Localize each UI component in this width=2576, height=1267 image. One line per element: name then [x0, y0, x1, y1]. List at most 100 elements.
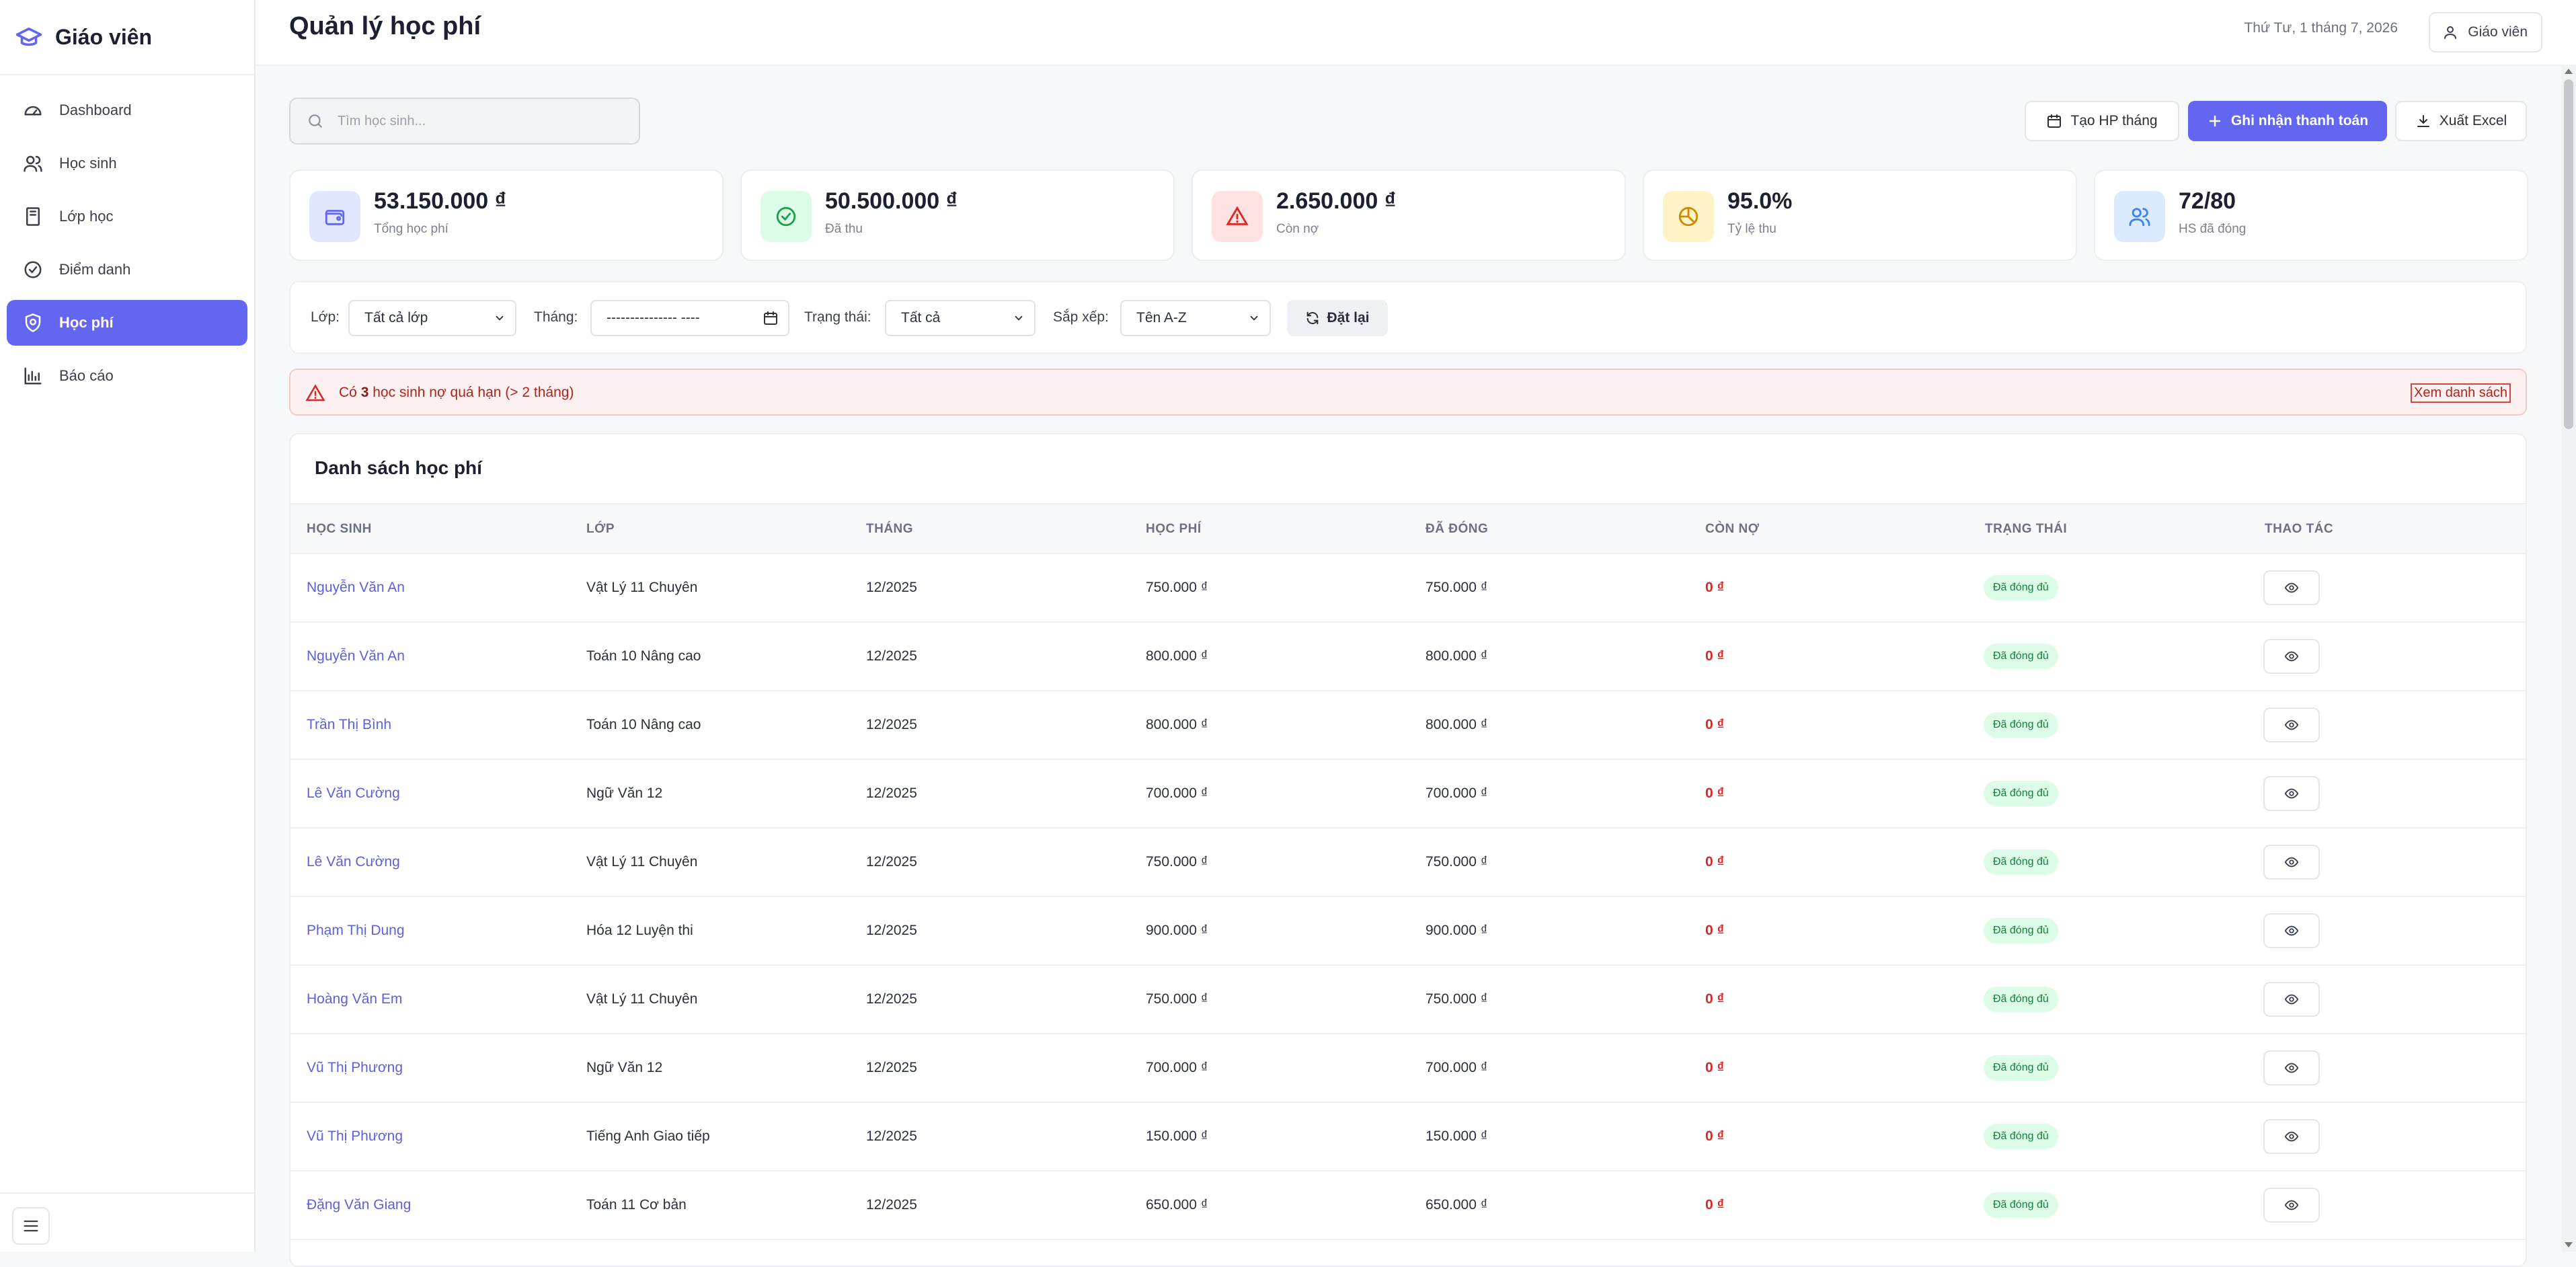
menu-toggle-button[interactable] [12, 1207, 50, 1245]
column-header: THÁNG [866, 522, 914, 536]
sidebar: Giáo viên Dashboard Học sinh Lớp học Điể… [0, 0, 256, 1252]
current-date: Thứ Tư, 1 tháng 7, 2026 [2244, 20, 2398, 36]
export-label: Xuất Excel [2439, 113, 2507, 128]
fee-cell: 650.000 ₫ [1146, 1197, 1208, 1213]
brand[interactable]: Giáo viên [0, 0, 254, 75]
month-cell: 12/2025 [866, 1128, 917, 1144]
view-detail-button[interactable] [2263, 845, 2320, 880]
sidebar-item-label: Học sinh [59, 155, 117, 171]
fee-cell: 150.000 ₫ [1146, 1128, 1208, 1144]
eye-icon [2284, 857, 2299, 868]
table-row: Lê Văn Cường Ngữ Văn 12 12/2025 700.000 ₫ 70… [290, 760, 2526, 829]
sort-filter-label: Sắp xếp: [1053, 309, 1109, 325]
month-cell: 12/2025 [866, 991, 917, 1007]
graduation-cap-icon [15, 28, 42, 46]
sidebar-item-tuition[interactable]: Học phí [7, 300, 247, 346]
paid-cell: 650.000 ₫ [1426, 1197, 1488, 1213]
stat-label: Đã thu [825, 222, 863, 236]
search-input[interactable] [336, 112, 621, 130]
fee-cell: 800.000 ₫ [1146, 717, 1208, 732]
table-row: Vũ Thị Phương Ngữ Văn 12 12/2025 700.000 ₫ 7… [290, 1034, 2526, 1103]
table-title: Danh sách học phí [315, 457, 482, 478]
column-header: HỌC SINH [307, 522, 372, 536]
month-cell: 12/2025 [866, 854, 917, 870]
student-name[interactable]: Vũ Thị Phương [307, 1060, 403, 1076]
record-label: Ghi nhận thanh toán [2230, 113, 2369, 128]
table-row: Nguyễn Văn An Toán 10 Nâng cao 12/2025 800.… [290, 623, 2526, 691]
user-menu-button[interactable]: Giáo viên [2429, 12, 2542, 52]
column-header: THAO TÁC [2265, 522, 2334, 536]
stat-value: 53.150.000 ₫ [374, 188, 507, 214]
debt-cell: 0 ₫ [1705, 1060, 1725, 1075]
column-header: LỚP [586, 522, 615, 536]
alert-prefix: Có [339, 385, 361, 400]
view-detail-button[interactable] [2263, 982, 2320, 1017]
view-list-link[interactable]: Xem danh sách [2411, 383, 2511, 403]
stat-icon-box [309, 191, 360, 242]
stat-label: Tỷ lệ thu [1727, 222, 1777, 236]
status-badge: Đã đóng đủ [1984, 987, 2058, 1012]
student-name[interactable]: Nguyễn Văn An [307, 580, 405, 596]
alert-suffix: học sinh nợ quá hạn (> 2 tháng) [368, 385, 574, 400]
student-name[interactable]: Đặng Văn Giang [307, 1197, 411, 1213]
sidebar-item-dashboard[interactable]: Dashboard [7, 87, 247, 133]
view-detail-button[interactable] [2263, 913, 2320, 948]
reset-label: Đặt lại [1327, 310, 1370, 325]
student-name[interactable]: Lê Văn Cường [307, 854, 400, 870]
student-name[interactable]: Nguyễn Văn An [307, 648, 405, 664]
filter-bar: Lớp: Tất cả lớp Tháng: --------------- -… [289, 281, 2527, 354]
stat-card-rate: 95.0% Tỷ lệ thu [1643, 169, 2077, 261]
view-detail-button[interactable] [2263, 639, 2320, 674]
status-select[interactable]: Tất cả [885, 300, 1036, 336]
sidebar-item-classes[interactable]: Lớp học [7, 194, 247, 239]
stat-label: Còn nợ [1276, 222, 1319, 236]
table-row: Hoàng Văn Em Vật Lý 11 Chuyên 12/2025 750.0… [290, 966, 2526, 1034]
student-name[interactable]: Phạm Thị Dung [307, 923, 405, 939]
month-input-value: --------------- ---- [607, 310, 700, 325]
record-payment-button[interactable]: Ghi nhận thanh toán [2188, 101, 2387, 141]
student-name[interactable]: Lê Văn Cường [307, 785, 400, 802]
overdue-alert: Có 3 học sinh nợ quá hạn (> 2 tháng) Xem… [289, 369, 2527, 416]
status-select-value: Tất cả [901, 310, 941, 325]
sidebar-item-reports[interactable]: Báo cáo [7, 353, 247, 399]
page-scrollbar[interactable] [2561, 65, 2576, 1252]
check-circle-icon [24, 261, 42, 278]
stat-icon-box [760, 191, 812, 242]
download-icon [2417, 115, 2429, 127]
sidebar-nav: Dashboard Học sinh Lớp học Điểm danh Học… [0, 75, 254, 418]
reset-button[interactable]: Đặt lại [1287, 300, 1388, 336]
dashboard-icon [24, 106, 42, 116]
stat-value: 50.500.000 ₫ [825, 188, 958, 214]
sidebar-item-attendance[interactable]: Điểm danh [7, 247, 247, 293]
eye-icon [2284, 994, 2299, 1005]
sort-select[interactable]: Tên A-Z [1120, 300, 1271, 336]
table-body: Nguyễn Văn An Vật Lý 11 Chuyên 12/2025 750.… [290, 554, 2526, 1240]
eye-icon [2284, 1063, 2299, 1073]
create-label: Tạo HP tháng [2070, 113, 2158, 128]
month-cell: 12/2025 [866, 1197, 917, 1213]
view-detail-button[interactable] [2263, 1050, 2320, 1085]
export-excel-button[interactable]: Xuất Excel [2395, 101, 2527, 141]
stat-card-total: 53.150.000 ₫ Tổng học phí [289, 169, 724, 261]
month-input[interactable]: --------------- ---- [590, 300, 789, 336]
scroll-up-arrow[interactable] [2565, 69, 2573, 74]
view-detail-button[interactable] [2263, 570, 2320, 605]
warning-icon [305, 384, 325, 401]
eye-icon [2284, 720, 2299, 730]
view-detail-button[interactable] [2263, 776, 2320, 811]
view-detail-button[interactable] [2263, 1119, 2320, 1154]
student-name[interactable]: Vũ Thị Phương [307, 1128, 403, 1145]
scroll-down-arrow[interactable] [2565, 1242, 2573, 1247]
create-monthly-tuition-button[interactable]: Tạo HP tháng [2025, 101, 2179, 141]
column-header: CÒN NỢ [1705, 522, 1760, 536]
view-detail-button[interactable] [2263, 707, 2320, 742]
sidebar-item-students[interactable]: Học sinh [7, 141, 247, 186]
class-cell: Toán 10 Nâng cao [586, 717, 701, 732]
class-select[interactable]: Tất cả lớp [348, 300, 516, 336]
student-name[interactable]: Trần Thị Bình [307, 717, 391, 733]
scroll-thumb[interactable] [2564, 79, 2573, 429]
view-detail-button[interactable] [2263, 1188, 2320, 1223]
tuition-table-card: Danh sách học phí HỌC SINH LỚP THÁNG HỌC… [289, 433, 2527, 1267]
stat-icon-box [2114, 191, 2165, 242]
student-name[interactable]: Hoàng Văn Em [307, 991, 402, 1007]
